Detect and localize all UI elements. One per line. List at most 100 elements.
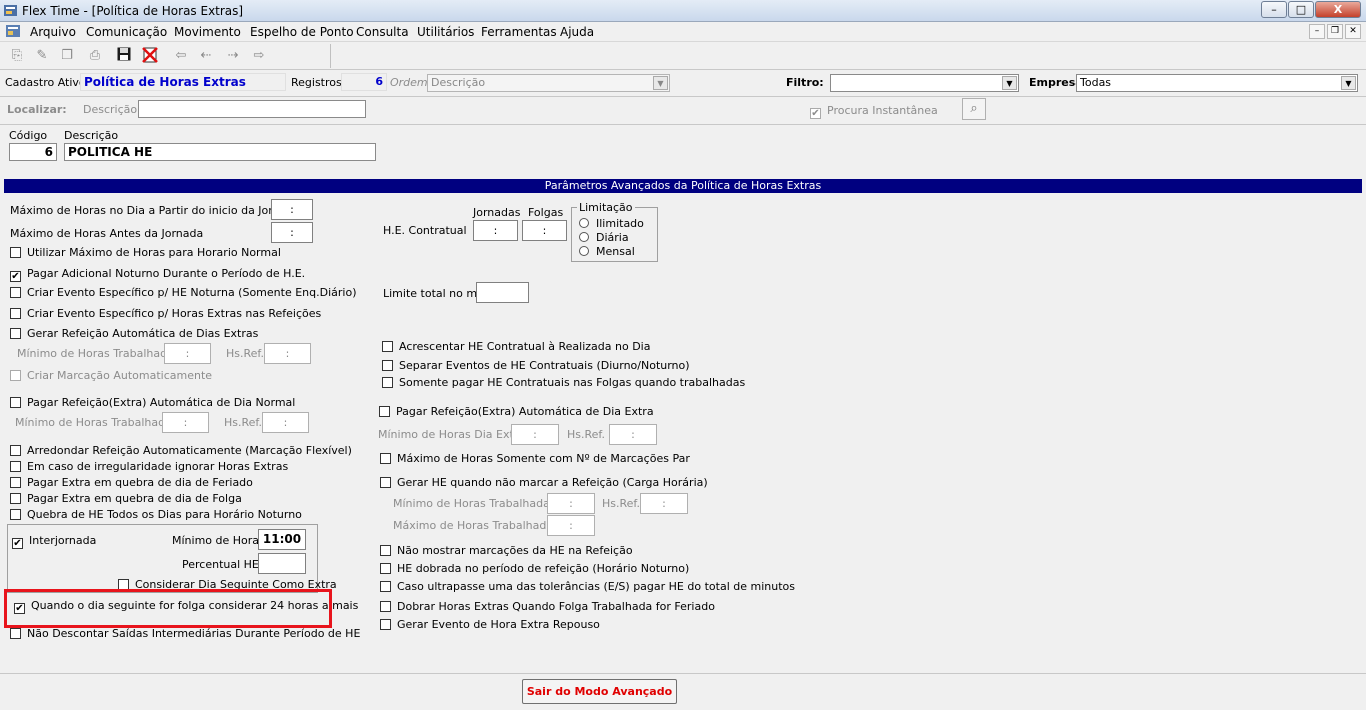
criar-evento-refeicoes-checkbox[interactable]: Criar Evento Específico p/ Horas Extras …	[10, 307, 321, 321]
gerar-refeicao-extras-checkbox[interactable]: Gerar Refeição Automática de Dias Extras	[10, 327, 258, 341]
pagar-refeicao-extra-checkbox[interactable]: Pagar Refeição(Extra) Automática de Dia …	[379, 405, 654, 419]
chevron-down-icon: ▼	[1341, 76, 1356, 90]
hs-ref-r-label: Hs.Ref.	[602, 497, 640, 510]
acrescentar-he-checkbox[interactable]: Acrescentar HE Contratual à Realizada no…	[382, 340, 650, 354]
minimize-button[interactable]: –	[1261, 1, 1287, 18]
menu-utilitarios[interactable]: Utilitários	[417, 25, 474, 39]
somente-folgas-checkbox[interactable]: Somente pagar HE Contratuais nas Folgas …	[382, 376, 745, 390]
sair-modo-avancado-button[interactable]: Sair do Modo Avançado	[522, 679, 677, 704]
jornadas-input[interactable]: :	[473, 220, 518, 241]
hs-ref-r-input[interactable]: :	[640, 493, 688, 514]
maximize-button[interactable]: □	[1288, 1, 1314, 18]
nao-descontar-checkbox[interactable]: Não Descontar Saídas Intermediárias Dura…	[10, 627, 360, 641]
localizar-label: Localizar:	[7, 103, 67, 116]
chevron-down-icon: ▼	[1002, 76, 1017, 90]
menu-comunicacao[interactable]: Comunicação	[86, 25, 167, 39]
hs-ref-input[interactable]: :	[264, 343, 311, 364]
max-horas-par-checkbox[interactable]: Máximo de Horas Somente com Nº de Marcaç…	[380, 452, 690, 466]
filtro-label: Filtro:	[786, 76, 824, 89]
ordem-label: Ordem	[390, 76, 428, 89]
gerar-repouso-checkbox[interactable]: Gerar Evento de Hora Extra Repouso	[380, 618, 600, 632]
limite-total-input[interactable]	[476, 282, 529, 303]
app-icon	[4, 5, 17, 16]
pagar-adicional-noturno-checkbox[interactable]: ✔ Pagar Adicional Noturno Durante o Perío…	[10, 267, 305, 282]
descricao-label: Descrição	[64, 129, 119, 142]
max-horas-dia-input[interactable]: :	[271, 199, 313, 220]
checkbox-check-icon: ✔	[12, 538, 23, 549]
empresa-select[interactable]: Todas ▼	[1076, 74, 1358, 92]
copy-record-icon[interactable]: ❐	[58, 47, 76, 65]
menu-ajuda[interactable]: Ajuda	[560, 25, 594, 39]
checkbox-check-icon: ✔	[10, 271, 21, 282]
hs-ref-label: Hs.Ref.	[226, 347, 264, 360]
criar-evento-noturna-checkbox[interactable]: Criar Evento Específico p/ HE Noturna (S…	[10, 286, 356, 300]
min-horas-trab2-input[interactable]: :	[162, 412, 209, 433]
interjornada-checkbox[interactable]: ✔ Interjornada	[12, 534, 96, 549]
new-record-icon[interactable]: ⎘	[8, 47, 26, 65]
menu-movimento[interactable]: Movimento	[174, 25, 241, 39]
ordem-select[interactable]: Descrição ▼	[427, 74, 670, 92]
irregularidade-checkbox[interactable]: Em caso de irregularidade ignorar Horas …	[10, 460, 288, 474]
criar-marcacao-checkbox[interactable]: Criar Marcação Automaticamente	[10, 369, 212, 383]
mdi-close-button[interactable]: ✕	[1345, 24, 1361, 39]
extra-folga-checkbox[interactable]: Pagar Extra em quebra de dia de Folga	[10, 492, 242, 506]
gerar-he-refeicao-checkbox[interactable]: Gerar HE quando não marcar a Refeição (C…	[380, 476, 708, 490]
mdi-restore-button[interactable]: ❐	[1327, 24, 1343, 39]
localizar-input[interactable]	[138, 100, 366, 118]
separar-eventos-checkbox[interactable]: Separar Eventos de HE Contratuais (Diurn…	[382, 359, 690, 373]
codigo-input[interactable]: 6	[9, 143, 57, 161]
limitacao-ilimitado-radio[interactable]: Ilimitado	[579, 217, 644, 230]
min-horas-dia-extra-input[interactable]: :	[511, 424, 559, 445]
min-horas-input[interactable]: 11:00	[258, 529, 306, 550]
mdi-minimize-button[interactable]: –	[1309, 24, 1325, 39]
save-icon[interactable]	[115, 47, 133, 65]
nao-mostrar-checkbox[interactable]: Não mostrar marcações da HE na Refeição	[380, 544, 633, 558]
floppy-icon	[117, 47, 131, 61]
folgas-input[interactable]: :	[522, 220, 567, 241]
procura-instantanea-checkbox[interactable]: ✔ Procura Instantânea	[810, 104, 938, 119]
hs-ref-extra-input[interactable]: :	[609, 424, 657, 445]
next-record-icon[interactable]: ⇢	[224, 47, 242, 65]
menu-ferramentas[interactable]: Ferramentas	[481, 25, 557, 39]
title-bar: Flex Time - [Política de Horas Extras] –…	[0, 0, 1366, 22]
filtro-select[interactable]: ▼	[830, 74, 1019, 92]
percentual-input[interactable]	[258, 553, 306, 574]
utilizar-max-horas-checkbox[interactable]: Utilizar Máximo de Horas para Horario No…	[10, 246, 281, 260]
mdi-child-icon[interactable]	[5, 24, 21, 39]
caso-ultrapasse-checkbox[interactable]: Caso ultrapasse uma das tolerâncias (E/S…	[380, 580, 795, 594]
empresa-value: Todas	[1080, 76, 1112, 89]
localizar-descricao-label: Descrição	[83, 103, 138, 116]
edit-record-icon[interactable]: ✎	[33, 47, 51, 65]
extra-feriado-checkbox[interactable]: Pagar Extra em quebra de dia de Feriado	[10, 476, 253, 490]
divider	[0, 96, 1366, 97]
max-horas-trab-r-label: Máximo de Horas Trabalhadas	[393, 519, 559, 532]
he-dobrada-checkbox[interactable]: HE dobrada no período de refeição (Horár…	[380, 562, 689, 576]
menu-arquivo[interactable]: Arquivo	[30, 25, 76, 39]
print-icon[interactable]: ⎙	[86, 47, 104, 65]
first-record-icon[interactable]: ⇦	[172, 47, 190, 65]
search-button[interactable]: ⌕	[962, 98, 986, 120]
max-horas-trab-r-input[interactable]: :	[547, 515, 595, 536]
jornadas-label: Jornadas	[473, 206, 521, 219]
menu-consulta[interactable]: Consulta	[356, 25, 409, 39]
hs-ref2-input[interactable]: :	[262, 412, 309, 433]
descricao-input[interactable]: POLITICA HE	[64, 143, 376, 161]
menu-espelho-de-ponto[interactable]: Espelho de Ponto	[250, 25, 354, 39]
min-horas-trab2-label: Mínimo de Horas Trabalhadas	[15, 416, 178, 429]
section-title: Parâmetros Avançados da Política de Hora…	[4, 179, 1362, 193]
pagar-refeicao-normal-checkbox[interactable]: Pagar Refeição(Extra) Automática de Dia …	[10, 396, 295, 410]
last-record-icon[interactable]: ⇨	[250, 47, 268, 65]
cancel-icon[interactable]	[141, 47, 159, 65]
close-button[interactable]: X	[1315, 1, 1361, 18]
max-horas-antes-input[interactable]: :	[271, 222, 313, 243]
limitacao-mensal-radio[interactable]: Mensal	[579, 245, 635, 258]
previous-record-icon[interactable]: ⇠	[197, 47, 215, 65]
arredondar-refeicao-checkbox[interactable]: Arredondar Refeição Automaticamente (Mar…	[10, 444, 352, 458]
codigo-label: Código	[9, 129, 48, 142]
dobrar-feriado-checkbox[interactable]: Dobrar Horas Extras Quando Folga Trabalh…	[380, 600, 715, 614]
min-horas-trab-label: Mínimo de Horas Trabalhadas	[17, 347, 180, 360]
quebra-noturno-checkbox[interactable]: Quebra de HE Todos os Dias para Horário …	[10, 508, 302, 522]
min-horas-trab-r-input[interactable]: :	[547, 493, 595, 514]
limitacao-diaria-radio[interactable]: Diária	[579, 231, 629, 244]
min-horas-trab-input[interactable]: :	[164, 343, 211, 364]
